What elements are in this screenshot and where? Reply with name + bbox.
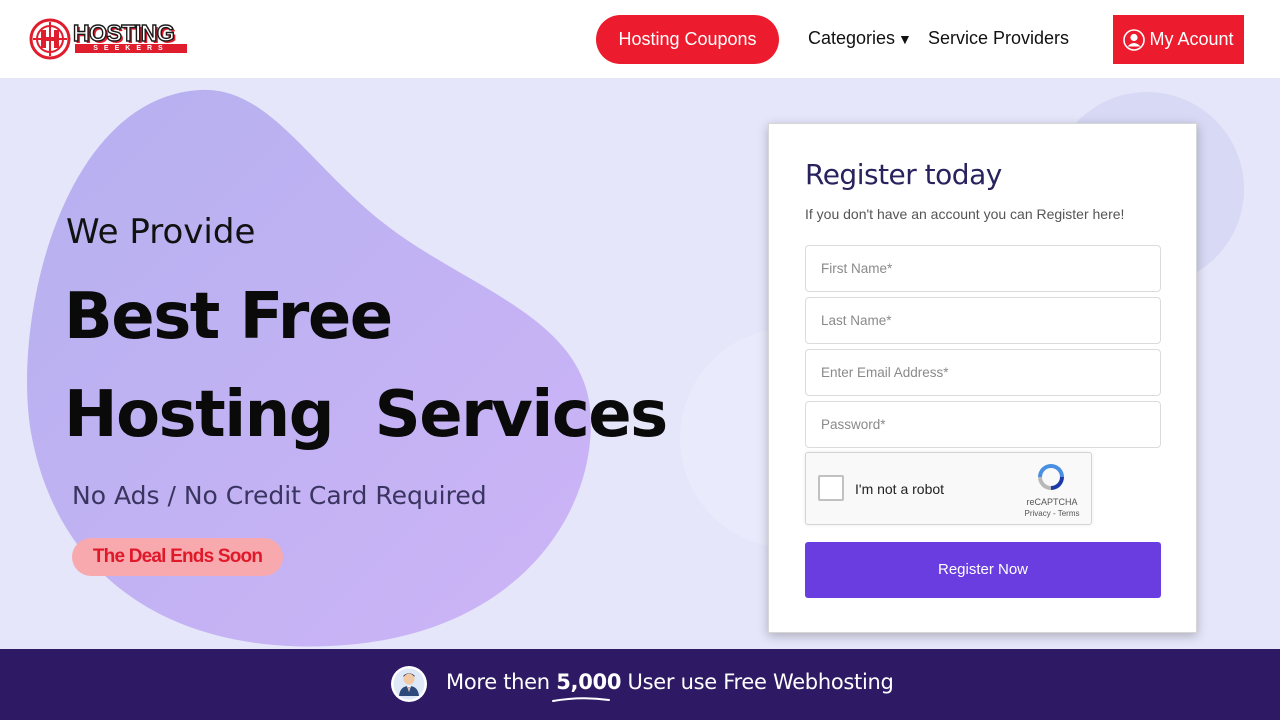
user-count-suffix: User use Free Webhosting — [627, 670, 894, 694]
register-card: Register today If you don't have an acco… — [768, 123, 1197, 633]
globe-logo-icon — [29, 18, 71, 60]
last-name-input[interactable] — [805, 297, 1161, 344]
caret-down-icon: ▼ — [898, 31, 912, 47]
recaptcha-widget: I'm not a robot reCAPTCHA Privacy - Term… — [805, 452, 1092, 525]
password-input[interactable] — [805, 401, 1161, 448]
deal-badge: The Deal Ends Soon — [72, 538, 283, 576]
recaptcha-brand: reCAPTCHA — [1026, 497, 1078, 507]
register-now-button[interactable]: Register Now — [805, 542, 1161, 598]
recaptcha-checkbox[interactable] — [818, 475, 844, 501]
user-icon — [1123, 28, 1146, 51]
register-subtitle: If you don't have an account you can Reg… — [805, 206, 1125, 222]
user-count-number: 5,000 — [556, 670, 622, 694]
hero-intro: We Provide — [66, 212, 256, 252]
categories-menu[interactable]: Categories ▼ — [808, 28, 912, 49]
logo-subtext: SEEKERS — [75, 44, 187, 53]
user-count-text: More then 5,000 User use Free Webhosting — [446, 670, 894, 694]
hosting-coupons-button[interactable]: Hosting Coupons — [596, 15, 779, 64]
email-input[interactable] — [805, 349, 1161, 396]
number-underline-swoosh — [552, 697, 610, 702]
first-name-input[interactable] — [805, 245, 1161, 292]
user-count-prefix: More then — [446, 670, 550, 694]
hero-section: We Provide Best Free Hosting Services No… — [0, 78, 1280, 649]
headline-line-2: Hosting Services — [64, 378, 668, 452]
recaptcha-label: I'm not a robot — [855, 481, 945, 497]
site-logo[interactable]: HOSTING HOSTING SEEKERS — [29, 18, 189, 60]
site-header: HOSTING HOSTING SEEKERS Hosting Coupons … — [0, 0, 1280, 78]
headline-line-1: Best Free — [64, 280, 393, 354]
categories-label: Categories — [808, 28, 896, 48]
service-providers-link[interactable]: Service Providers — [928, 28, 1069, 49]
register-title: Register today — [805, 158, 1002, 191]
user-count-bar: More then 5,000 User use Free Webhosting — [0, 649, 1280, 720]
hero-subline: No Ads / No Credit Card Required — [72, 481, 487, 510]
logo-wordmark: HOSTING — [72, 20, 175, 46]
my-account-button[interactable]: My Acount — [1113, 15, 1244, 64]
hero-headline: Best Free Hosting Services — [64, 268, 668, 464]
my-account-label: My Acount — [1149, 29, 1234, 49]
user-avatar-icon — [391, 666, 427, 702]
recaptcha-privacy-terms[interactable]: Privacy - Terms — [1012, 509, 1092, 518]
recaptcha-icon — [1038, 464, 1064, 490]
